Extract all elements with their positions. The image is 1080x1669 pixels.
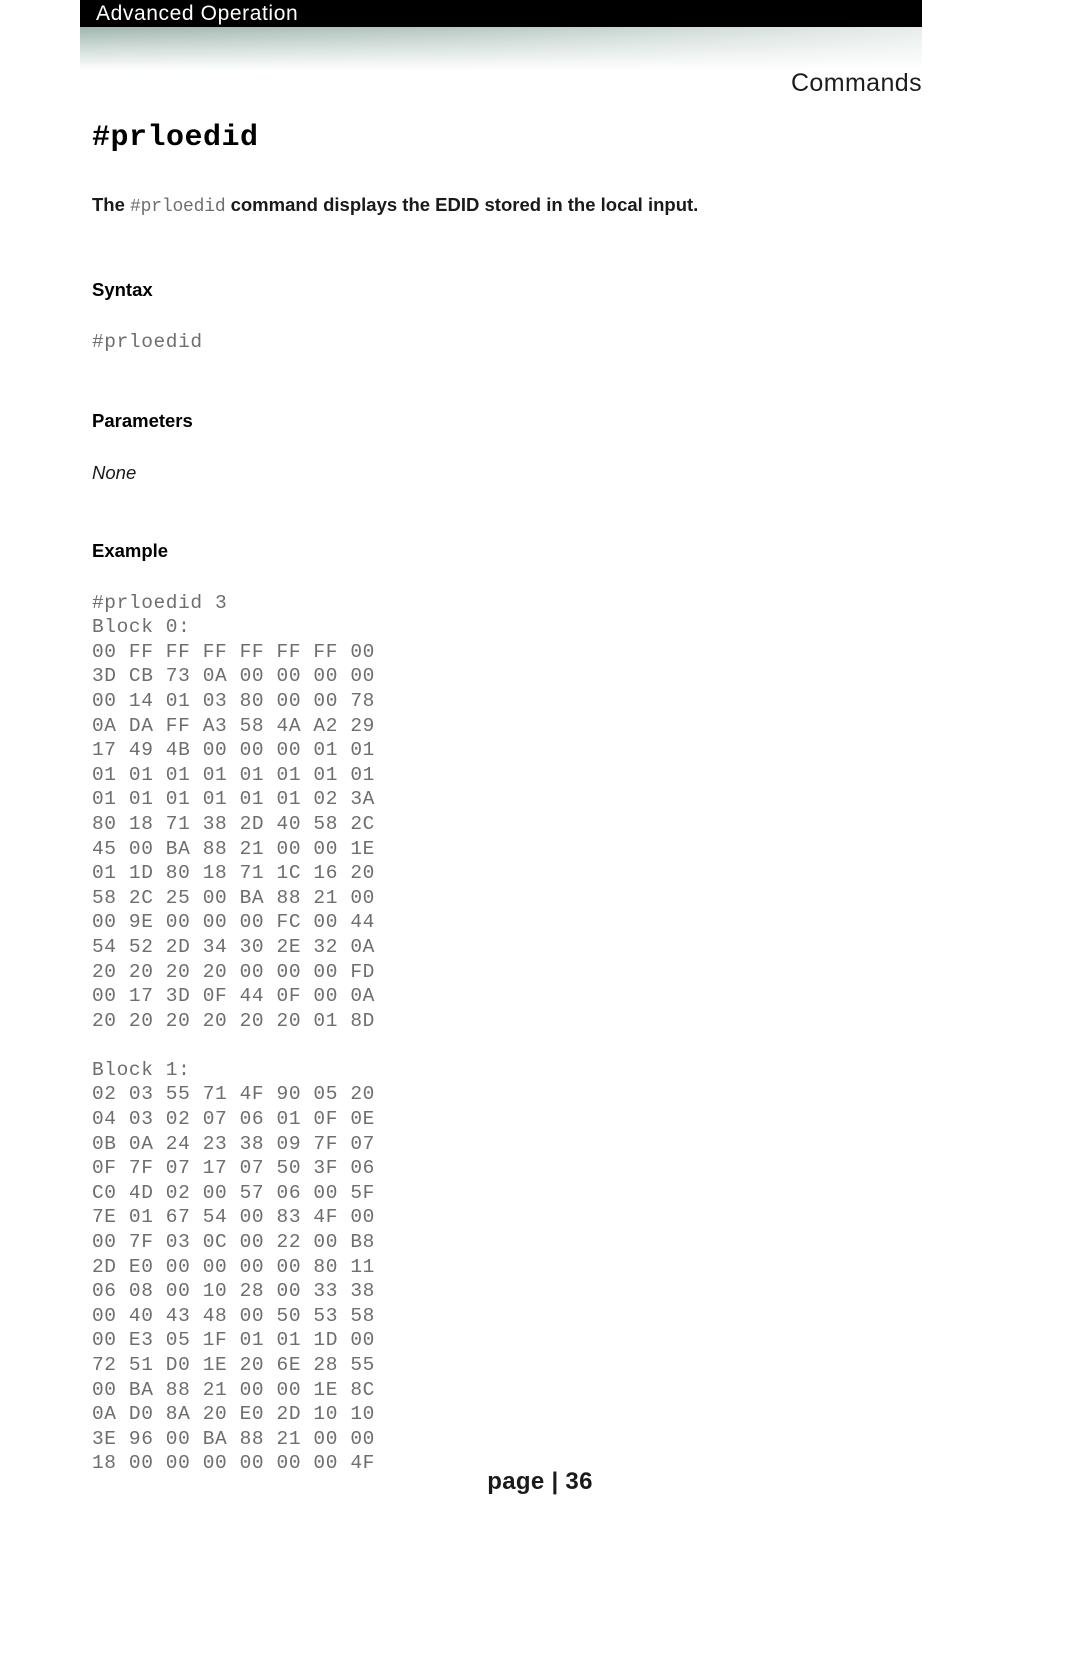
hex-row: 01 01 01 01 01 01 01 01 — [92, 763, 375, 786]
hex-row: 01 1D 80 18 71 1C 16 20 — [92, 862, 375, 885]
header-gradient-band — [80, 27, 922, 72]
hex-row: 0B 0A 24 23 38 09 7F 07 — [92, 1132, 375, 1155]
page-header: Advanced Operation Commands — [80, 0, 922, 97]
intro-paragraph: The #prloedid command displays the EDID … — [92, 192, 922, 220]
page-content: #prloedid The #prloedid command displays… — [92, 120, 922, 1476]
hex-row: 45 00 BA 88 21 00 00 1E — [92, 837, 375, 860]
hex-row: 02 03 55 71 4F 90 05 20 — [92, 1083, 375, 1106]
chapter-title-bar: Advanced Operation — [80, 0, 922, 27]
parameters-heading: Parameters — [92, 409, 193, 431]
example-code-block: #prloedid 3 Block 0: 00 FF FF FF FF FF F… — [92, 591, 922, 1476]
hex-row: 20 20 20 20 20 20 01 8D — [92, 1009, 375, 1032]
hex-row: 0F 7F 07 17 07 50 3F 06 — [92, 1157, 375, 1180]
hex-row: C0 4D 02 00 57 06 00 5F — [92, 1181, 375, 1204]
hex-row: 20 20 20 20 00 00 00 FD — [92, 960, 375, 983]
example-heading: Example — [92, 539, 169, 561]
hex-row: 17 49 4B 00 00 00 01 01 — [92, 739, 375, 762]
intro-lead: The — [92, 194, 131, 215]
hex-row: 58 2C 25 00 BA 88 21 00 — [92, 886, 375, 909]
hex-row: 00 E3 05 1F 01 01 1D 00 — [92, 1329, 375, 1352]
hex-row: 72 51 D0 1E 20 6E 28 55 — [92, 1354, 375, 1376]
hex-row: 3D CB 73 0A 00 00 00 00 — [92, 665, 375, 688]
hex-row: 06 08 00 10 28 00 33 38 — [92, 1280, 375, 1303]
hex-row: 0A DA FF A3 58 4A A2 29 — [92, 714, 375, 737]
hex-row: 04 03 02 07 06 01 0F 0E — [92, 1108, 375, 1131]
hex-row: 3E 96 00 BA 88 21 00 00 — [92, 1427, 375, 1450]
block1-hex-rows: 02 03 55 71 4F 90 05 20 04 03 02 07 06 01… — [92, 1082, 922, 1476]
syntax-heading: Syntax — [92, 279, 153, 300]
hex-row: 00 BA 88 21 00 00 1E 8C — [92, 1378, 375, 1401]
syntax-code-line: #prloedid — [92, 331, 203, 353]
section-title: Commands — [790, 69, 922, 97]
hex-row: 80 18 71 38 2D 40 58 2C — [92, 812, 375, 835]
example-command-line: #prloedid 3 — [92, 591, 228, 614]
hex-row: 2D E0 00 00 00 00 80 11 — [92, 1255, 375, 1278]
hex-row: 00 17 3D 0F 44 0F 00 0A — [92, 985, 375, 1008]
hex-row: 00 9E 00 00 00 FC 00 44 — [92, 911, 375, 934]
chapter-title: Advanced Operation — [96, 2, 299, 25]
parameters-value: None — [92, 461, 137, 483]
hex-row: 01 01 01 01 01 01 02 3A — [92, 788, 375, 811]
hex-row: 00 7F 03 0C 00 22 00 B8 — [92, 1231, 375, 1254]
intro-command-token: #prloedid — [130, 197, 226, 217]
block1-label: Block 1: — [92, 1058, 191, 1081]
syntax-code-block: #prloedid — [92, 330, 922, 355]
block-separator — [92, 1033, 922, 1058]
block0-label: Block 0: — [92, 616, 191, 639]
page-title: #prloedid — [92, 121, 259, 155]
intro-rest: command displays the EDID stored in the … — [225, 194, 699, 215]
hex-row: 00 40 43 48 00 50 53 58 — [92, 1304, 375, 1327]
page-footer: page | 36 — [487, 1468, 593, 1495]
block0-hex-rows: 00 FF FF FF FF FF FF 00 3D CB 73 0A 00 00… — [92, 640, 922, 1034]
hex-row: 00 FF FF FF FF FF FF 00 — [92, 640, 375, 663]
hex-row: 54 52 2D 34 30 2E 32 0A — [92, 935, 375, 958]
hex-row: 7E 01 67 54 00 83 4F 00 — [92, 1206, 375, 1229]
hex-row: 0A D0 8A 20 E0 2D 10 10 — [92, 1403, 375, 1426]
hex-row: 00 14 01 03 80 00 00 78 — [92, 689, 375, 712]
